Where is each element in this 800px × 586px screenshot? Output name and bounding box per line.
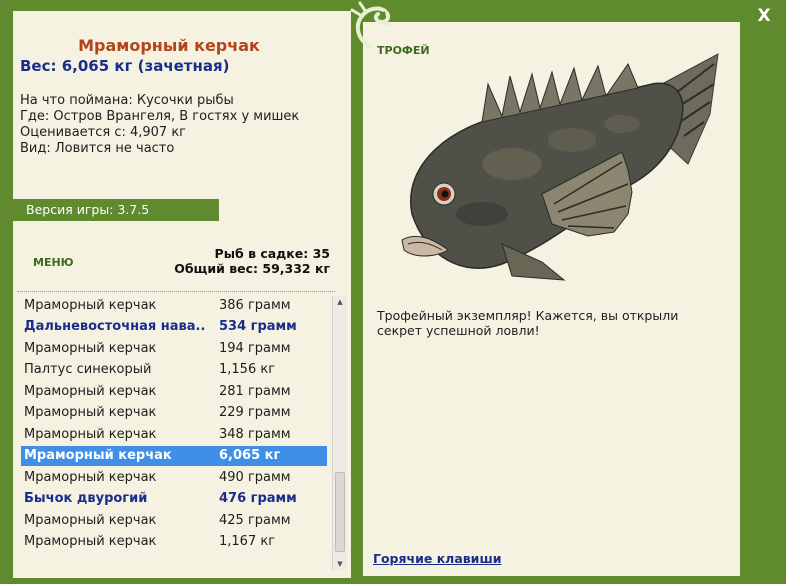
list-item-name: Мраморный керчак: [24, 448, 172, 463]
scroll-up-icon[interactable]: ▲: [333, 296, 347, 308]
keepnet-count: Рыб в садке: 35: [214, 246, 330, 261]
hotkeys-link[interactable]: Горячие клавиши: [373, 551, 501, 566]
list-item-name: Палтус синекорый: [24, 362, 152, 377]
list-item-weight: 425 грамм: [219, 513, 291, 528]
trophy-description: Трофейный экземпляр! Кажется, вы открыли…: [377, 308, 679, 338]
catch-location: Где: Остров Врангеля, В гостях у мишек: [20, 109, 300, 124]
list-item[interactable]: Бычок двурогий 476 грамм: [21, 489, 327, 509]
menu-button[interactable]: МЕНЮ: [33, 256, 74, 269]
list-item[interactable]: Мраморный керчак 425 грамм: [21, 511, 327, 531]
list-item[interactable]: Мраморный керчак 281 грамм: [21, 382, 327, 402]
list-item-name: Мраморный керчак: [24, 384, 157, 399]
list-item[interactable]: Палтус синекорый 1,156 кг: [21, 360, 327, 380]
list-item-weight: 386 грамм: [219, 298, 291, 313]
catch-value: Оценивается с: 4,907 кг: [20, 125, 187, 140]
catch-kind: Вид: Ловится не часто: [20, 141, 175, 156]
fish-list: Мраморный керчак 386 грамм Дальневосточн…: [13, 291, 349, 578]
list-item[interactable]: Мраморный керчак 386 грамм: [21, 296, 327, 316]
list-item[interactable]: Дальневосточная нава... 534 грамм: [21, 317, 327, 337]
list-item-name: Мраморный керчак: [24, 427, 157, 442]
list-item-weight: 1,167 кг: [219, 534, 276, 549]
list-item-name: Бычок двурогий: [24, 491, 148, 506]
list-item[interactable]: Мраморный керчак 194 грамм: [21, 339, 327, 359]
list-item-name: Мраморный керчак: [24, 405, 157, 420]
game-window: X Мраморный керчак Вес: 6,065 кг (зачетн…: [0, 0, 786, 584]
fish-trophy-image: [401, 53, 719, 281]
game-version: Версия игры: 3.7.5: [13, 199, 219, 221]
list-item-name: Дальневосточная нава...: [24, 319, 204, 334]
keepnet-total-weight: Общий вес: 59,332 кг: [174, 261, 330, 276]
list-divider: [17, 291, 335, 292]
list-item-weight: 1,156 кг: [219, 362, 276, 377]
list-item-name: Мраморный керчак: [24, 341, 157, 356]
close-button[interactable]: X: [752, 5, 776, 27]
list-item-weight: 476 грамм: [219, 491, 297, 506]
list-item-selected[interactable]: Мраморный керчак 6,065 кг: [21, 446, 327, 466]
list-scrollbar[interactable]: ▲ ▼: [332, 296, 346, 570]
scroll-down-icon[interactable]: ▼: [333, 558, 347, 570]
list-item-weight: 281 грамм: [219, 384, 291, 399]
catch-title: Мраморный керчак: [78, 36, 260, 55]
list-item[interactable]: Мраморный керчак 229 грамм: [21, 403, 327, 423]
list-item-weight: 6,065 кг: [219, 448, 281, 463]
scrollbar-thumb[interactable]: [335, 472, 345, 552]
list-item-name: Мраморный керчак: [24, 298, 157, 313]
list-item-name: Мраморный керчак: [24, 513, 157, 528]
list-item-weight: 194 грамм: [219, 341, 291, 356]
lizard-logo-icon: [350, 1, 394, 48]
list-item-weight: 348 грамм: [219, 427, 291, 442]
catch-bait: На что поймана: Кусочки рыбы: [20, 93, 234, 108]
list-item-name: Мраморный керчак: [24, 534, 157, 549]
list-item-name: Мраморный керчак: [24, 470, 157, 485]
list-item[interactable]: Мраморный керчак 490 грамм: [21, 468, 327, 488]
list-item-weight: 229 грамм: [219, 405, 291, 420]
list-item[interactable]: Мраморный керчак 348 грамм: [21, 425, 327, 445]
catch-weight: Вес: 6,065 кг (зачетная): [20, 57, 230, 75]
list-item[interactable]: Мраморный керчак 1,167 кг: [21, 532, 327, 552]
list-item-weight: 490 грамм: [219, 470, 291, 485]
list-item-weight: 534 грамм: [219, 319, 297, 334]
